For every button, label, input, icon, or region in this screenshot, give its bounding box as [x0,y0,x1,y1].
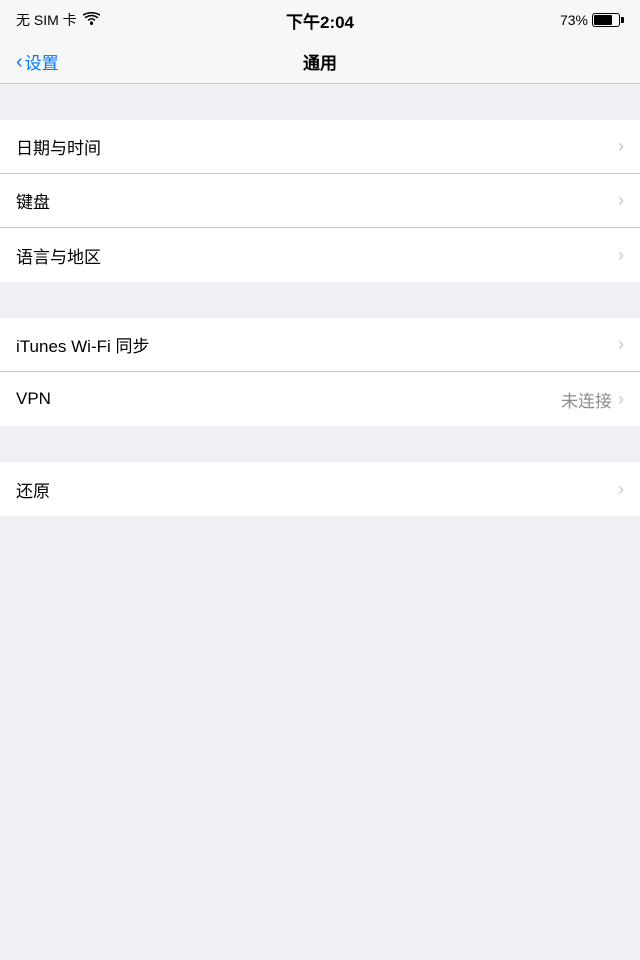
chevron-right-icon: › [618,245,624,266]
section-reset: 还原 › [0,462,640,516]
back-label: 设置 [25,49,59,74]
page-title: 通用 [303,49,337,74]
list-item-language[interactable]: 语言与地区 › [0,228,640,282]
status-time: 下午2:04 [286,8,354,33]
wifi-icon [83,12,100,28]
vpn-status: 未连接 [561,387,612,412]
list-item-reset[interactable]: 还原 › [0,462,640,516]
bottom-gap [0,516,640,716]
back-chevron-icon: ‹ [16,52,23,72]
chevron-right-icon: › [618,389,624,410]
section-datetime-keyboard-language: 日期与时间 › 键盘 › 语言与地区 › [0,120,640,282]
back-button[interactable]: ‹ 设置 [8,49,67,74]
section-itunes-vpn: iTunes Wi-Fi 同步 › VPN 未连接 › [0,318,640,426]
vpn-label: VPN [16,389,51,409]
list-item-datetime[interactable]: 日期与时间 › [0,120,640,174]
status-right: 73% [560,12,624,28]
section-gap-top [0,84,640,120]
chevron-right-icon: › [618,190,624,211]
chevron-right-icon: › [618,334,624,355]
nav-bar: ‹ 设置 通用 [0,40,640,84]
itunes-wifi-label: iTunes Wi-Fi 同步 [16,332,150,357]
list-item-keyboard[interactable]: 键盘 › [0,174,640,228]
datetime-label: 日期与时间 [16,134,101,159]
section-gap-2 [0,282,640,318]
chevron-right-icon: › [618,479,624,500]
carrier-text: 无 SIM 卡 [16,10,77,30]
battery-icon [592,13,624,27]
battery-percent: 73% [560,12,588,28]
list-item-vpn[interactable]: VPN 未连接 › [0,372,640,426]
status-left: 无 SIM 卡 [16,10,100,30]
status-bar: 无 SIM 卡 下午2:04 73% [0,0,640,40]
keyboard-label: 键盘 [16,188,50,213]
list-item-itunes-wifi[interactable]: iTunes Wi-Fi 同步 › [0,318,640,372]
section-gap-3 [0,426,640,462]
language-label: 语言与地区 [16,243,101,268]
chevron-right-icon: › [618,136,624,157]
reset-label: 还原 [16,477,50,502]
